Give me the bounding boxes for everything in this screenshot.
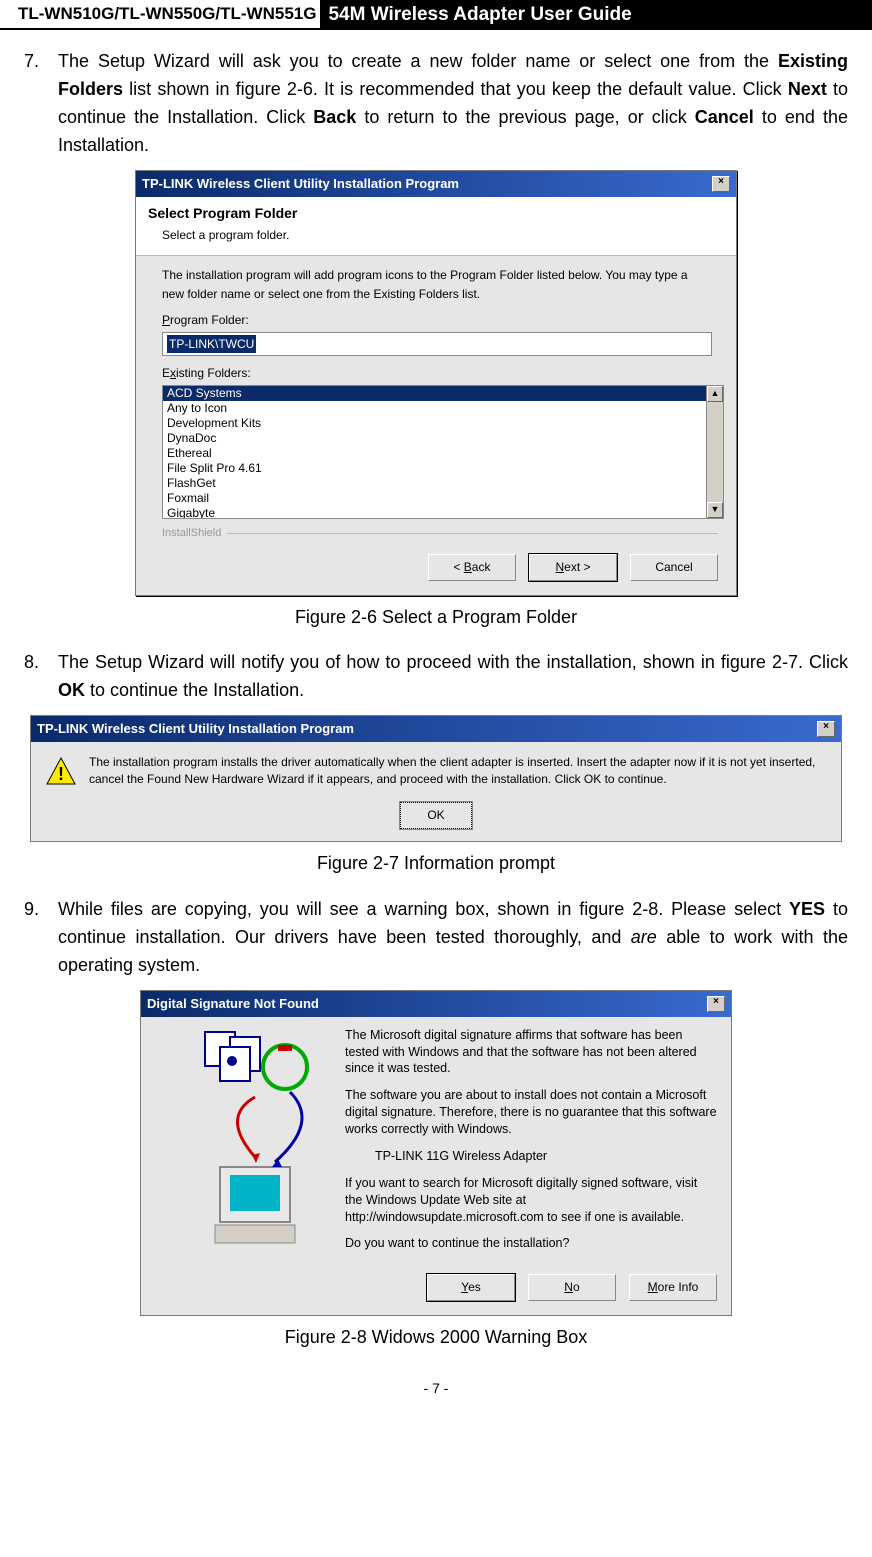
bold-cancel: Cancel [695,107,754,127]
window-title: TP-LINK Wireless Client Utility Installa… [37,719,354,739]
window-title: Digital Signature Not Found [147,994,319,1014]
installer-dialog: TP-LINK Wireless Client Utility Installa… [135,170,737,596]
step-7: 7. The Setup Wizard will ask you to crea… [24,48,848,160]
dialog-description: The installation program will add progra… [162,266,710,303]
list-item[interactable]: ACD Systems [163,386,723,401]
question: Do you want to continue the installation… [345,1235,717,1252]
bold-back: Back [313,107,356,127]
text: The Setup Wizard will ask you to create … [58,51,778,71]
divider [227,533,718,534]
next-button[interactable]: Next > [529,554,617,581]
step-text: While files are copying, you will see a … [58,896,848,980]
step-text: The Setup Wizard will ask you to create … [58,48,848,160]
program-folder-label: Program Folder: [162,311,710,330]
list-item[interactable]: Gigabyte [163,506,723,519]
text: to return to the previous page, or click [356,107,694,127]
bold-ok: OK [58,680,85,700]
paragraph: The Microsoft digital signature affirms … [345,1027,717,1078]
svg-text:!: ! [58,764,64,784]
no-button[interactable]: No [528,1274,616,1301]
text: While files are copying, you will see a … [58,899,789,919]
figure-caption: Figure 2-6 Select a Program Folder [24,604,848,632]
info-dialog: TP-LINK Wireless Client Utility Installa… [30,715,842,842]
list-item[interactable]: File Split Pro 4.61 [163,461,723,476]
doc-title: 54M Wireless Adapter User Guide [320,0,872,28]
step-text: The Setup Wizard will notify you of how … [58,649,848,705]
paragraph: If you want to search for Microsoft digi… [345,1175,717,1226]
step-number: 8. [24,649,58,705]
close-icon[interactable]: × [817,721,835,737]
step-number: 7. [24,48,58,160]
existing-folders-label: Existing Folders: [162,364,710,383]
bold-yes: YES [789,899,825,919]
model-numbers: TL-WN510G/TL-WN550G/TL-WN551G [0,0,320,28]
ok-button[interactable]: OK [400,802,471,829]
dialog-message: The installation program installs the dr… [89,754,827,788]
banner-heading: Select Program Folder [148,203,724,225]
list-item[interactable]: Development Kits [163,416,723,431]
list-item[interactable]: Any to Icon [163,401,723,416]
text: The Setup Wizard will notify you of how … [58,652,848,672]
titlebar[interactable]: TP-LINK Wireless Client Utility Installa… [31,716,841,742]
list-item[interactable]: FlashGet [163,476,723,491]
page-number: - 7 - [0,1380,872,1406]
input-value: TP-LINK\TWCU [167,335,256,354]
list-item[interactable]: DynaDoc [163,431,723,446]
step-number: 9. [24,896,58,980]
text: to continue the Installation. [85,680,304,700]
close-icon[interactable]: × [707,996,725,1012]
signature-dialog: Digital Signature Not Found × The Micros… [140,990,732,1316]
figure-caption: Figure 2-7 Information prompt [24,850,848,878]
dialog-graphic [155,1027,335,1263]
installshield-label: InstallShield [136,525,736,542]
text: InstallShield [162,525,221,542]
device-name: TP-LINK 11G Wireless Adapter [375,1148,717,1165]
scrollbar[interactable]: ▲ ▼ [706,386,723,518]
text: list shown in figure 2-6. It is recommen… [123,79,788,99]
cancel-button[interactable]: Cancel [630,554,718,581]
titlebar[interactable]: TP-LINK Wireless Client Utility Installa… [136,171,736,197]
window-title: TP-LINK Wireless Client Utility Installa… [142,174,459,194]
titlebar[interactable]: Digital Signature Not Found × [141,991,731,1017]
close-icon[interactable]: × [712,176,730,192]
dialog-banner: Select Program Folder Select a program f… [136,197,736,256]
step-8: 8. The Setup Wizard will notify you of h… [24,649,848,705]
dialog-text: The Microsoft digital signature affirms … [345,1027,717,1263]
banner-sub: Select a program folder. [162,226,724,245]
figure-caption: Figure 2-8 Widows 2000 Warning Box [24,1324,848,1352]
paragraph: The software you are about to install do… [345,1087,717,1138]
step-9: 9. While files are copying, you will see… [24,896,848,980]
more-info-button[interactable]: More Info [629,1274,717,1301]
scroll-down-icon[interactable]: ▼ [707,502,723,518]
warning-icon: ! [45,756,77,788]
italic-are: are [631,927,657,947]
bold-next: Next [788,79,827,99]
page-header: TL-WN510G/TL-WN550G/TL-WN551G 54M Wirele… [0,0,872,30]
list-item[interactable]: Ethereal [163,446,723,461]
back-button[interactable]: < Back [428,554,516,581]
scroll-up-icon[interactable]: ▲ [707,386,723,402]
existing-folders-list[interactable]: ACD Systems Any to Icon Development Kits… [162,385,724,519]
program-folder-input[interactable]: TP-LINK\TWCU [162,332,712,357]
list-item[interactable]: Foxmail [163,491,723,506]
yes-button[interactable]: Yes [427,1274,515,1301]
